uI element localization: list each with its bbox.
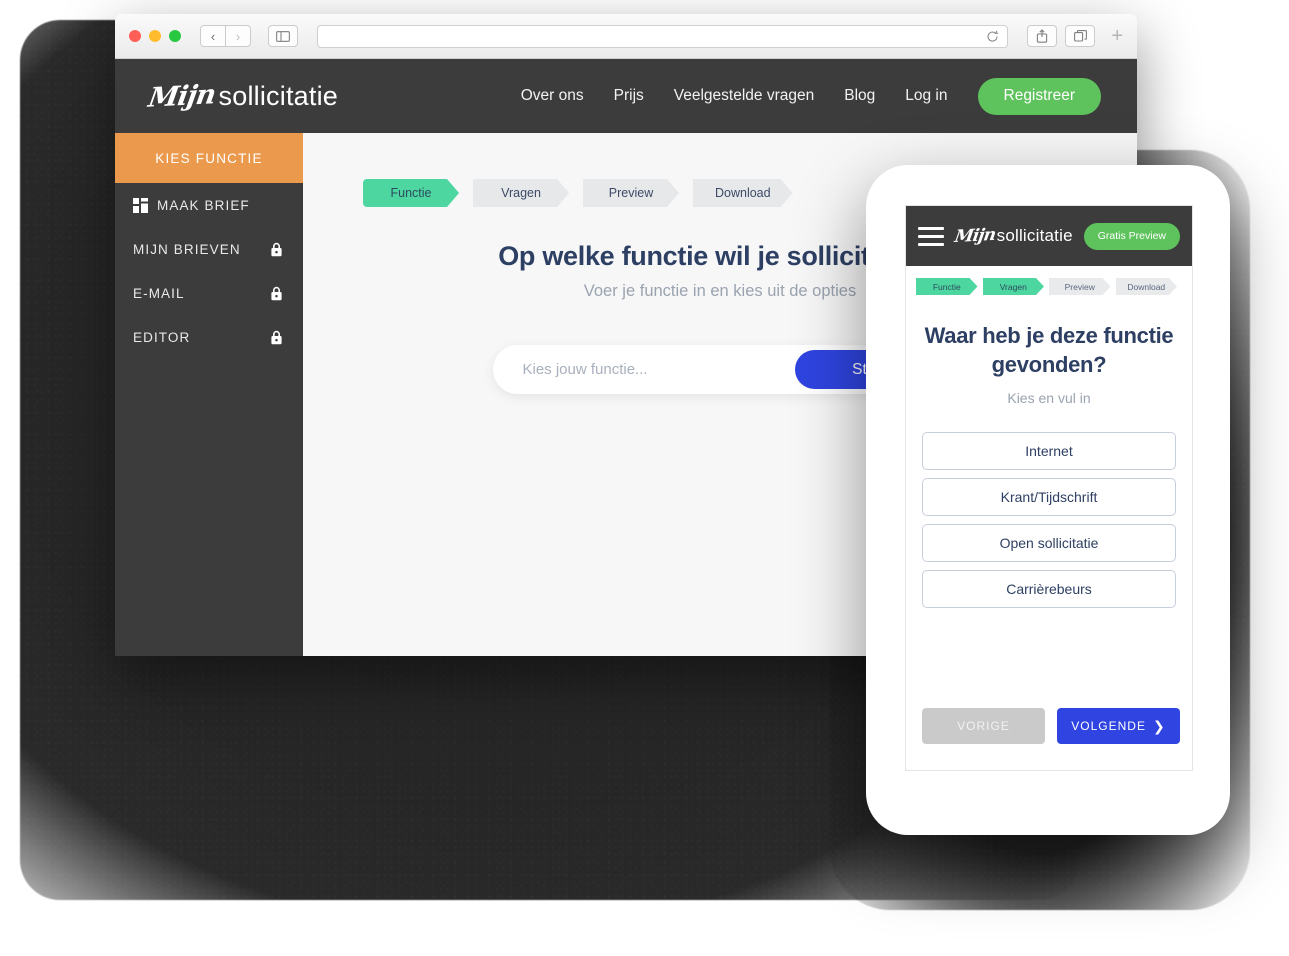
- main-nav: Over ons Prijs Veelgestelde vragen Blog …: [521, 77, 1101, 115]
- app-sidebar: KIES FUNCTIE MAAK BRIEF MIJN BRIEVEN E-M…: [115, 133, 303, 656]
- scene: ‹ › + Mijn sollicitatie Over ons Prijs V…: [0, 0, 1289, 956]
- option-krant-tijdschrift[interactable]: Krant/Tijdschrift: [922, 478, 1176, 517]
- nav-item-blog[interactable]: Blog: [844, 87, 875, 105]
- sidebar-item-e-mail[interactable]: E-MAIL: [115, 271, 303, 315]
- mobile-page-subtitle: Kies en vul in: [1007, 390, 1091, 407]
- sidebar-label-maak-brief: MAAK BRIEF: [157, 197, 250, 213]
- sidebar-item-mijn-brieven[interactable]: MIJN BRIEVEN: [115, 227, 303, 271]
- back-icon[interactable]: ‹: [200, 25, 226, 47]
- sidebar-item-maak-brief[interactable]: MAAK BRIEF: [115, 183, 303, 227]
- register-button[interactable]: Registreer: [977, 77, 1101, 115]
- nav-button-group[interactable]: ‹ ›: [200, 25, 251, 47]
- logo-word-text: sollicitatie: [218, 80, 338, 111]
- sidebar-item-kies-functie[interactable]: KIES FUNCTIE: [115, 133, 303, 183]
- forward-icon[interactable]: ›: [225, 25, 251, 47]
- mobile-step-download[interactable]: Download: [1116, 278, 1178, 295]
- toolbar-right-actions[interactable]: +: [1027, 25, 1123, 47]
- option-carrierebeurs[interactable]: Carrièrebeurs: [922, 570, 1176, 609]
- minimize-window-button[interactable]: [149, 30, 161, 42]
- phone-mockup: Mijn sollicitatie Gratis Preview Functie…: [866, 165, 1230, 835]
- close-window-button[interactable]: [129, 30, 141, 42]
- option-internet[interactable]: Internet: [922, 432, 1176, 471]
- browser-toolbar: ‹ › +: [115, 14, 1137, 59]
- mobile-logo-script-text: Mijn: [953, 224, 997, 248]
- tabs-icon[interactable]: [1065, 25, 1096, 47]
- mobile-logo-word-text: sollicitatie: [996, 226, 1073, 245]
- mobile-progress-stepper: Functie Vragen Preview Download: [906, 266, 1192, 295]
- share-icon[interactable]: [1027, 25, 1058, 47]
- grid-icon: [133, 197, 148, 213]
- mobile-header: Mijn sollicitatie Gratis Preview: [906, 206, 1192, 266]
- nav-item-prijs[interactable]: Prijs: [614, 87, 644, 105]
- maximize-window-button[interactable]: [169, 30, 181, 42]
- mobile-step-preview[interactable]: Preview: [1049, 278, 1111, 295]
- gratis-preview-button[interactable]: Gratis Preview: [1083, 222, 1180, 250]
- site-logo[interactable]: Mijn sollicitatie: [133, 78, 338, 114]
- step-functie[interactable]: Functie: [363, 179, 459, 207]
- mobile-footer-actions: VORIGE VOLGENDE ❯: [922, 708, 1180, 744]
- sidebar-toggle-icon[interactable]: [268, 25, 298, 47]
- nav-item-over-ons[interactable]: Over ons: [521, 87, 584, 105]
- step-download[interactable]: Download: [693, 179, 793, 207]
- lock-icon: [270, 330, 283, 345]
- phone-screen: Mijn sollicitatie Gratis Preview Functie…: [905, 205, 1193, 771]
- reload-icon[interactable]: [986, 30, 999, 43]
- hamburger-icon[interactable]: [918, 226, 944, 246]
- new-tab-icon[interactable]: +: [1111, 26, 1123, 46]
- chevron-right-icon: ❯: [1152, 718, 1166, 734]
- mobile-step-vragen[interactable]: Vragen: [983, 278, 1045, 295]
- address-bar[interactable]: [317, 24, 1009, 48]
- mobile-options-list: Internet Krant/Tijdschrift Open sollicit…: [922, 432, 1176, 609]
- option-open-sollicitatie[interactable]: Open sollicitatie: [922, 524, 1176, 563]
- nav-item-veelgestelde-vragen[interactable]: Veelgestelde vragen: [674, 87, 814, 105]
- mobile-logo[interactable]: Mijn sollicitatie: [953, 224, 1073, 248]
- volgende-button[interactable]: VOLGENDE ❯: [1057, 708, 1180, 744]
- step-preview[interactable]: Preview: [583, 179, 679, 207]
- sidebar-label-e-mail: E-MAIL: [133, 285, 185, 301]
- lock-icon: [270, 242, 283, 257]
- mobile-step-functie[interactable]: Functie: [916, 278, 978, 295]
- window-controls[interactable]: [129, 30, 181, 42]
- search-input[interactable]: [492, 344, 795, 395]
- vorige-button[interactable]: VORIGE: [922, 708, 1045, 744]
- sidebar-label-mijn-brieven: MIJN BRIEVEN: [133, 241, 241, 257]
- lock-icon: [270, 286, 283, 301]
- nav-item-log-in[interactable]: Log in: [905, 87, 947, 105]
- logo-script-text: Mijn: [146, 78, 218, 114]
- sidebar-label-editor: EDITOR: [133, 329, 191, 345]
- volgende-label: VOLGENDE: [1071, 719, 1146, 733]
- site-header: Mijn sollicitatie Over ons Prijs Veelges…: [115, 59, 1137, 133]
- mobile-page-title: Waar heb je deze functie gevonden?: [924, 323, 1174, 378]
- step-vragen[interactable]: Vragen: [473, 179, 569, 207]
- sidebar-item-editor[interactable]: EDITOR: [115, 315, 303, 359]
